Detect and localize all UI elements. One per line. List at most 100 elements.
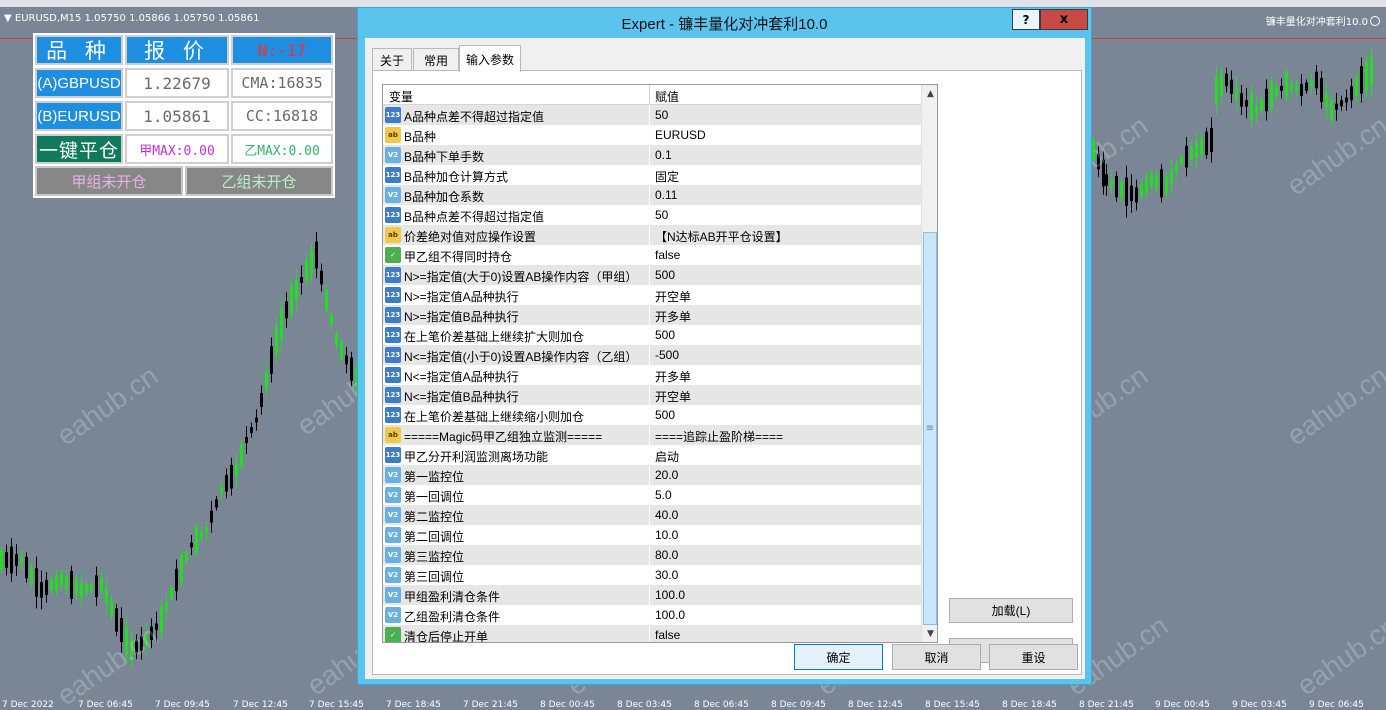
parameter-row[interactable]: V2 甲组盈利清仓条件 100.0 (383, 585, 921, 605)
parameter-row[interactable]: 123 N>=指定值B品种执行 开多单 (383, 305, 921, 325)
parameter-grid: 变量 赋值 123 A品种点差不得超过指定值 50 ab B品种 EURUSD V2 B品种下… (382, 84, 938, 643)
group-yi-status-button[interactable]: 乙组未开仓 (185, 166, 333, 196)
tab-common[interactable]: 常用 (413, 48, 459, 71)
column-header-value[interactable]: 赋值 (655, 88, 679, 105)
parameter-value[interactable]: 开空单 (655, 388, 691, 405)
candle (1280, 78, 1283, 99)
parameter-value[interactable]: 开多单 (655, 368, 691, 385)
candle (1270, 76, 1273, 114)
cell-divider (649, 405, 650, 425)
column-header-variable[interactable]: 变量 (389, 88, 413, 105)
scroll-up-icon[interactable]: ▲ (922, 85, 937, 102)
symbol-a-button[interactable]: (A)GBPUSD (35, 68, 123, 98)
symbol-b-button[interactable]: (B)EURUSD (35, 101, 123, 131)
parameter-row[interactable]: 123 N<=指定值(小于0)设置AB操作内容（乙组） -500 (383, 345, 921, 365)
parameter-row[interactable]: V2 第三回调位 30.0 (383, 565, 921, 585)
candle (90, 580, 93, 595)
integer-type-icon: 123 (385, 107, 401, 123)
parameter-row[interactable]: 123 A品种点差不得超过指定值 50 (383, 105, 921, 125)
candle (1160, 164, 1163, 203)
candle (290, 278, 293, 322)
parameter-value[interactable]: 5.0 (655, 488, 672, 502)
candle (100, 571, 103, 599)
parameter-value[interactable]: 80.0 (655, 548, 678, 562)
parameter-value[interactable]: false (655, 628, 680, 642)
parameter-row[interactable]: V2 第一回调位 5.0 (383, 485, 921, 505)
parameter-value[interactable]: 50 (655, 208, 668, 222)
group-jia-status-button[interactable]: 甲组未开仓 (35, 166, 183, 196)
parameter-row[interactable]: V2 B品种加仓系数 0.11 (383, 185, 921, 205)
parameter-value[interactable]: 20.0 (655, 468, 678, 482)
parameter-row[interactable]: 123 B品种点差不得超过指定值 50 (383, 205, 921, 225)
parameter-value[interactable]: 0.1 (655, 148, 672, 162)
parameter-row[interactable]: ab B品种 EURUSD (383, 125, 921, 145)
parameter-value[interactable]: 500 (655, 268, 675, 282)
parameter-value[interactable]: 开空单 (655, 288, 691, 305)
tab-inputs[interactable]: 输入参数 (459, 45, 521, 72)
close-all-button[interactable]: 一键平仓 (35, 134, 123, 164)
parameter-row[interactable]: ✓ 甲乙组不得同时持仓 false (383, 245, 921, 265)
scroll-down-icon[interactable]: ▼ (922, 625, 937, 642)
parameter-row[interactable]: V2 第二监控位 40.0 (383, 505, 921, 525)
parameter-row[interactable]: 123 甲乙分开利润监测离场功能 启动 (383, 445, 921, 465)
tab-about[interactable]: 关于 (372, 48, 412, 71)
parameter-row[interactable]: V2 B品种下单手数 0.1 (383, 145, 921, 165)
ok-button[interactable]: 确定 (794, 644, 883, 670)
cancel-button[interactable]: 取消 (892, 644, 981, 670)
candle (1350, 78, 1353, 109)
scroll-thumb[interactable]: ≡ (923, 232, 937, 625)
parameter-row[interactable]: 123 在上笔价差基础上继续缩小则加仓 500 (383, 405, 921, 425)
candle (215, 496, 218, 511)
parameter-value[interactable]: -500 (655, 348, 679, 362)
parameter-row[interactable]: V2 乙组盈利清仓条件 100.0 (383, 605, 921, 625)
help-button[interactable]: ? (1012, 9, 1040, 30)
candle (200, 526, 203, 544)
column-divider[interactable] (649, 85, 650, 105)
integer-type-icon: 123 (385, 367, 401, 383)
parameter-row[interactable]: V2 第一监控位 20.0 (383, 465, 921, 485)
parameter-name: A品种点差不得超过指定值 (404, 110, 545, 124)
parameter-value[interactable]: 启动 (655, 448, 679, 465)
parameter-value[interactable]: 【N达标AB开平仓设置】 (655, 228, 788, 245)
parameter-value[interactable]: 50 (655, 108, 668, 122)
parameter-value[interactable]: 30.0 (655, 568, 678, 582)
parameter-value[interactable]: 500 (655, 408, 675, 422)
cell-divider (649, 145, 650, 165)
close-button[interactable]: x (1040, 9, 1088, 30)
parameter-value[interactable]: false (655, 248, 680, 262)
parameter-value[interactable]: EURUSD (655, 128, 706, 142)
parameter-value[interactable]: 100.0 (655, 588, 685, 602)
parameter-value[interactable]: 10.0 (655, 528, 678, 542)
parameter-value[interactable]: 100.0 (655, 608, 685, 622)
parameter-value[interactable]: 固定 (655, 168, 679, 185)
candle (1320, 71, 1323, 109)
parameter-value[interactable]: 开多单 (655, 308, 691, 325)
parameter-row[interactable]: ab 价差绝对值对应操作设置 【N达标AB开平仓设置】 (383, 225, 921, 245)
parameter-row[interactable]: 123 N<=指定值A品种执行 开多单 (383, 365, 921, 385)
parameter-row[interactable]: 123 N>=指定值(大于0)设置AB操作内容（甲组） 500 (383, 265, 921, 285)
parameter-row[interactable]: 123 在上笔价差基础上继续扩大则加仓 500 (383, 325, 921, 345)
integer-type-icon: 123 (385, 267, 401, 283)
chart-collapse-icon[interactable]: ▼ (4, 13, 15, 24)
parameter-row[interactable]: 123 B品种加仓计算方式 固定 (383, 165, 921, 185)
parameter-row[interactable]: V2 第二回调位 10.0 (383, 525, 921, 545)
time-label: 7 Dec 18:45 (386, 700, 441, 710)
dialog-title[interactable]: Expert - 镰丰量化对冲套利10.0 (358, 8, 1091, 38)
parameter-value[interactable]: 40.0 (655, 508, 678, 522)
parameter-row[interactable]: 123 N>=指定值A品种执行 开空单 (383, 285, 921, 305)
candle (1120, 177, 1123, 203)
reset-button[interactable]: 重设 (989, 644, 1078, 670)
parameter-row[interactable]: ab =====Magic码甲乙组独立监测===== ====追踪止盈阶梯==== (383, 425, 921, 445)
candle (235, 452, 238, 488)
parameter-value[interactable]: ====追踪止盈阶梯==== (655, 428, 783, 445)
candle (1250, 85, 1253, 129)
parameter-value[interactable]: 0.11 (655, 188, 677, 202)
cell-divider (649, 485, 650, 505)
load-button[interactable]: 加载(L) (949, 598, 1073, 623)
parameter-row[interactable]: ✓ 清仓后停止开单 false (383, 625, 921, 642)
candle (1295, 79, 1298, 98)
parameter-row[interactable]: 123 N<=指定值B品种执行 开空单 (383, 385, 921, 405)
parameter-row[interactable]: V2 第三监控位 80.0 (383, 545, 921, 565)
parameter-value[interactable]: 500 (655, 328, 675, 342)
grid-scrollbar[interactable]: ▲ ≡ ▼ (921, 85, 937, 642)
